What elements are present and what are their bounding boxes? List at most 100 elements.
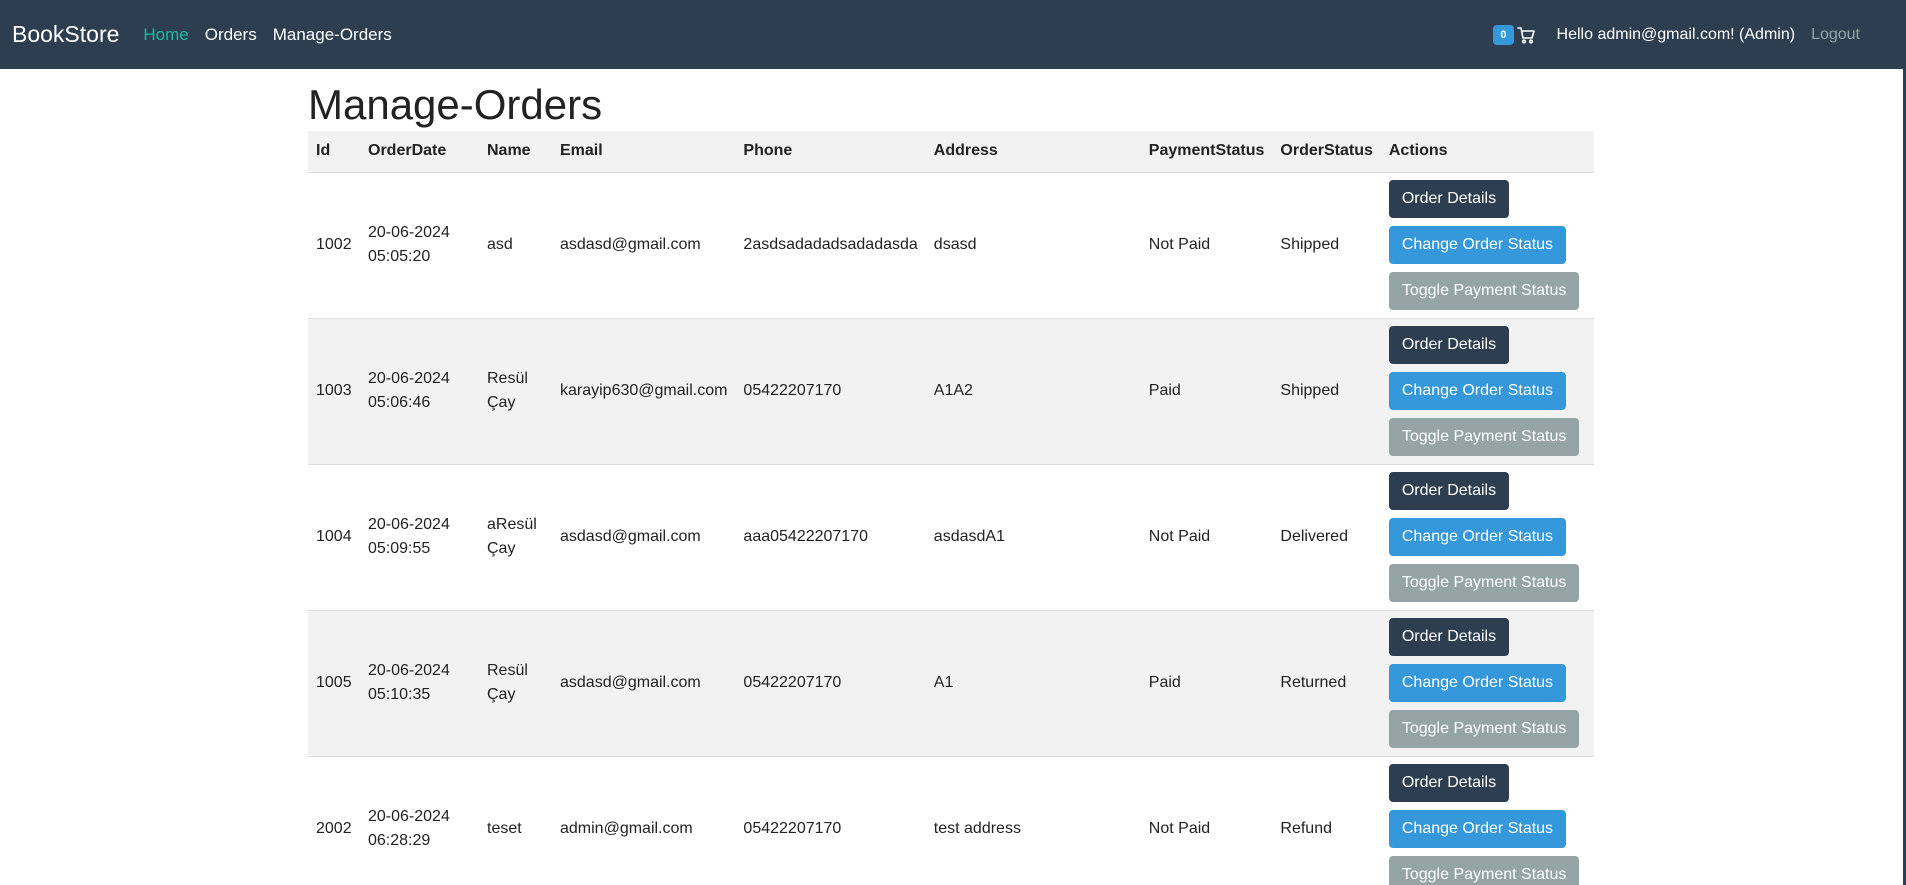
column-header-phone: Phone	[743, 142, 793, 160]
cart-icon[interactable]	[1516, 26, 1535, 44]
payment-status-cell: Not Paid	[1148, 236, 1211, 253]
header-row: Id OrderDate Name Email Phone Address Pa…	[308, 131, 1594, 172]
change-order-status-button[interactable]: Change Order Status	[1388, 810, 1567, 849]
customer-name-cell: teset	[479, 756, 552, 885]
address-cell: dsasd	[933, 236, 977, 253]
customer-name-cell: aResül Çay	[479, 464, 552, 610]
orders-table: Id OrderDate Name Email Phone Address Pa…	[308, 131, 1594, 885]
change-order-status-button[interactable]: Change Order Status	[1388, 664, 1567, 702]
nav-link-home[interactable]: Home	[143, 25, 188, 45]
order-status-cell: Shipped	[1280, 382, 1340, 399]
actions-group: Order Details Change Order Status Toggle…	[1388, 472, 1586, 602]
order-details-button[interactable]: Order Details	[1388, 618, 1510, 656]
column-header-email: Email	[560, 142, 603, 160]
table-row: 2002 20-06-2024 06:28:29 teset admin@gmai…	[308, 756, 1594, 885]
order-date-cell: 20-06-2024 05:05:20	[360, 172, 479, 318]
actions-cell: Order Details Change Order Status Toggle…	[1381, 756, 1594, 885]
order-status-cell: Refund	[1280, 820, 1332, 838]
actions-cell: Order Details Change Order Status Toggle…	[1381, 318, 1594, 464]
order-time: 05:10:35	[368, 686, 431, 703]
nav-link-orders[interactable]: Orders	[205, 25, 257, 45]
order-date-cell: 20-06-2024 05:09:55	[360, 464, 479, 610]
order-status-cell: Returned	[1280, 674, 1347, 691]
customer-name-line-1: aResül	[487, 516, 537, 533]
nav-link-manage-orders[interactable]: Manage-Orders	[273, 25, 392, 45]
email-cell: admin@gmail.com	[560, 820, 693, 838]
customer-name-line-2: Çay	[487, 540, 516, 557]
phone-cell: 05422207170	[743, 820, 842, 838]
order-date: 20-06-2024	[368, 224, 450, 241]
customer-name-cell: Resül Çay	[479, 318, 552, 464]
toggle-payment-status-button[interactable]: Toggle Payment Status	[1388, 856, 1580, 885]
order-details-button[interactable]: Order Details	[1388, 764, 1510, 803]
column-header-payment-status: PaymentStatus	[1148, 142, 1265, 160]
nav-right: 0 Hello admin@gmail.com! (Admin) Logout	[1493, 24, 1860, 45]
order-id-cell: 1005	[316, 674, 352, 691]
order-date: 20-06-2024	[368, 662, 450, 679]
table-row: 1004 20-06-2024 05:09:55 aResül Çay asdasd…	[308, 464, 1594, 610]
order-status-cell: Delivered	[1280, 528, 1348, 545]
order-details-button[interactable]: Order Details	[1388, 326, 1510, 364]
address-cell: A1	[933, 674, 954, 691]
order-time: 05:06:46	[368, 394, 431, 411]
phone-cell: aaa05422207170	[743, 528, 868, 545]
order-date: 20-06-2024	[368, 370, 450, 387]
logout-link[interactable]: Logout	[1811, 26, 1860, 44]
customer-name-cell: Resül Çay	[479, 610, 552, 756]
address-cell: A1A2	[933, 382, 973, 399]
table-row: 1005 20-06-2024 05:10:35 Resül Çay asdasd@…	[308, 610, 1594, 756]
customer-name-line-2: Çay	[487, 394, 516, 411]
email-cell: asdasd@gmail.com	[560, 674, 701, 691]
greeting-link[interactable]: Hello admin@gmail.com! (Admin)	[1557, 26, 1796, 44]
payment-status-cell: Not Paid	[1148, 528, 1211, 545]
order-id-cell: 1002	[316, 236, 352, 253]
actions-cell: Order Details Change Order Status Toggle…	[1381, 610, 1594, 756]
main-container: Manage-Orders Id OrderDate Name Email Ph…	[308, 69, 1594, 885]
order-details-button[interactable]: Order Details	[1388, 180, 1510, 218]
order-status-cell: Shipped	[1280, 236, 1340, 253]
order-details-button[interactable]: Order Details	[1388, 472, 1510, 510]
order-time: 05:09:55	[368, 540, 431, 557]
customer-name-line-1: asd	[487, 236, 513, 253]
change-order-status-button[interactable]: Change Order Status	[1388, 372, 1567, 410]
payment-status-cell: Paid	[1148, 674, 1181, 691]
order-time: 06:28:29	[368, 832, 431, 850]
order-date: 20-06-2024	[368, 516, 450, 533]
customer-name-line-2: Çay	[487, 686, 516, 703]
table-row: 1002 20-06-2024 05:05:20 asd asdasd@gmail…	[308, 172, 1594, 318]
actions-group: Order Details Change Order Status Toggle…	[1388, 618, 1586, 748]
phone-cell: 05422207170	[743, 382, 842, 399]
order-date-cell: 20-06-2024 06:28:29	[360, 756, 479, 885]
order-id-cell: 2002	[316, 820, 352, 838]
payment-status-cell: Paid	[1148, 382, 1181, 399]
customer-name-cell: asd	[479, 172, 552, 318]
column-header-id: Id	[316, 142, 331, 160]
change-order-status-button[interactable]: Change Order Status	[1388, 226, 1567, 264]
order-id-cell: 1004	[316, 528, 352, 545]
change-order-status-button[interactable]: Change Order Status	[1388, 518, 1567, 556]
column-header-order-status: OrderStatus	[1280, 142, 1373, 160]
brand-link[interactable]: BookStore	[12, 21, 119, 48]
cart-count-badge[interactable]: 0	[1493, 24, 1514, 45]
phone-cell: 05422207170	[743, 674, 842, 691]
customer-name-line-1: teset	[487, 820, 522, 838]
toggle-payment-status-button[interactable]: Toggle Payment Status	[1388, 272, 1580, 310]
toggle-payment-status-button[interactable]: Toggle Payment Status	[1388, 418, 1580, 456]
address-cell: asdasdA1	[933, 528, 1005, 545]
table-header: Id OrderDate Name Email Phone Address Pa…	[308, 131, 1594, 172]
toggle-payment-status-button[interactable]: Toggle Payment Status	[1388, 564, 1580, 602]
toggle-payment-status-button[interactable]: Toggle Payment Status	[1388, 710, 1580, 748]
order-date-cell: 20-06-2024 05:10:35	[360, 610, 479, 756]
address-cell: test address	[933, 820, 1021, 838]
page-title: Manage-Orders	[308, 81, 603, 128]
order-id-cell: 1003	[316, 382, 352, 399]
actions-group: Order Details Change Order Status Toggle…	[1388, 326, 1586, 456]
navbar: BookStore Home Orders Manage-Orders 0 He…	[0, 0, 1906, 69]
actions-group: Order Details Change Order Status Toggle…	[1388, 764, 1586, 885]
customer-name-line-1: Resül	[487, 370, 528, 387]
email-cell: karayip630@gmail.com	[560, 382, 728, 399]
payment-status-cell: Not Paid	[1148, 820, 1211, 838]
table-body: 1002 20-06-2024 05:05:20 asd asdasd@gmail…	[308, 172, 1594, 885]
table-row: 1003 20-06-2024 05:06:46 Resül Çay karayip…	[308, 318, 1594, 464]
column-header-order-date: OrderDate	[368, 142, 447, 160]
